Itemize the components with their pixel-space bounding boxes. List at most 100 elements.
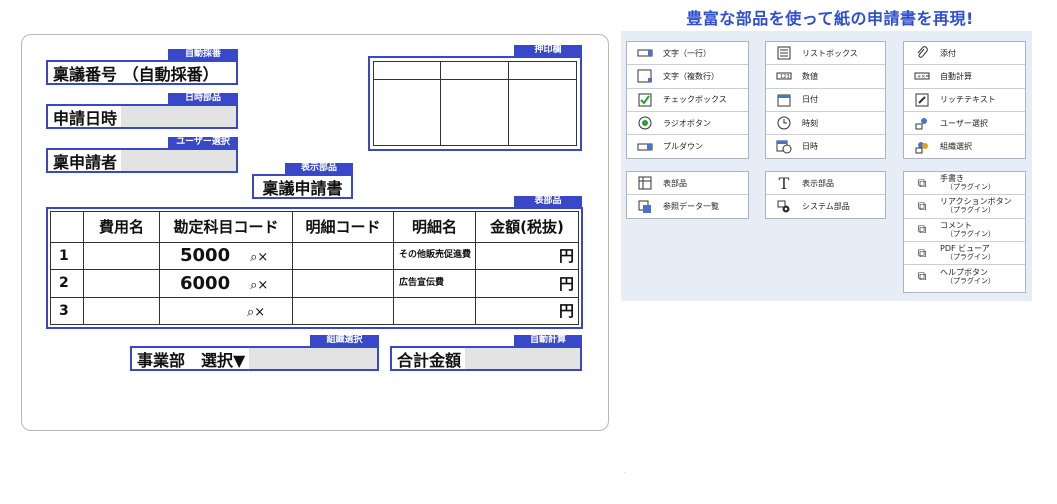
text-multiline-icon xyxy=(636,68,654,84)
part-label: プルダウン xyxy=(663,142,703,152)
form-title-text: 稟議申請書 xyxy=(262,178,343,198)
detail-name-cell xyxy=(393,296,476,326)
amount-cell[interactable]: 円 xyxy=(475,296,579,326)
part-display[interactable]: T 表示部品 xyxy=(766,172,885,196)
part-attachment[interactable]: 添付 xyxy=(904,42,1025,66)
detail-name-cell: その他販売促進費 xyxy=(393,241,476,271)
search-clear-icon[interactable]: ⌕× xyxy=(250,250,268,265)
part-checkbox[interactable]: チェックボックス xyxy=(627,89,748,112)
part-number[interactable]: 123 数値 xyxy=(766,65,885,89)
calendar-icon xyxy=(775,92,793,108)
date-field[interactable]: 申請日時 xyxy=(46,104,238,129)
part-label: 手書き xyxy=(940,174,964,184)
applicant-field[interactable]: 稟申請者 xyxy=(46,148,238,173)
part-date[interactable]: 日付 xyxy=(766,89,885,112)
stamp-cell[interactable] xyxy=(374,62,442,80)
amount-cell[interactable]: 円 xyxy=(475,241,579,271)
expense-name-cell[interactable] xyxy=(83,241,160,271)
part-table[interactable]: 表部品 xyxy=(627,172,748,196)
puzzle-icon: ⧉ xyxy=(917,269,927,284)
stamp-cell[interactable] xyxy=(374,80,442,145)
part-listbox[interactable]: リストボックス xyxy=(766,42,885,66)
paperclip-icon xyxy=(913,45,931,61)
data-list-icon xyxy=(636,199,654,215)
expense-name-cell[interactable] xyxy=(83,269,160,298)
search-clear-icon[interactable]: ⌕× xyxy=(250,278,268,293)
department-field[interactable]: 事業部 選択▼ xyxy=(130,346,379,371)
part-text-line[interactable]: 文字（一行） xyxy=(627,42,748,66)
parts-group-advanced: 添付 +×= 自動計算 リッチテキスト ユーザー選択 組織選択 xyxy=(903,41,1026,159)
number-field[interactable]: 稟議番号 （自動採番） xyxy=(46,60,238,85)
account-code-cell[interactable]: 6000 ⌕× xyxy=(159,269,293,298)
part-label: 自動計算 xyxy=(940,71,972,81)
part-sublabel: （プラグイン） xyxy=(946,229,995,238)
part-label: PDF ビューア xyxy=(940,244,990,254)
date-input[interactable] xyxy=(121,106,236,127)
part-plugin-handwriting[interactable]: ⧉ 手書き （プラグイン） xyxy=(904,172,1025,196)
part-label: 文字（複数行） xyxy=(663,71,719,81)
detail-code-cell[interactable] xyxy=(292,296,394,326)
stamp-cell[interactable] xyxy=(441,80,509,145)
part-org-select[interactable]: 組織選択 xyxy=(904,135,1025,158)
part-auto-calc[interactable]: +×= 自動計算 xyxy=(904,65,1025,89)
amount-cell[interactable]: 円 xyxy=(475,269,579,298)
dropdown-icon xyxy=(636,139,654,155)
search-clear-icon[interactable]: ⌕× xyxy=(247,305,265,320)
part-label: ヘルプボタン xyxy=(940,267,988,277)
part-plugin-comment[interactable]: ⧉ コメント （プラグイン） xyxy=(904,219,1025,242)
stamp-cell[interactable] xyxy=(509,80,576,145)
part-label: チェックボックス xyxy=(663,95,727,105)
department-input[interactable] xyxy=(249,348,377,369)
part-sublabel: （プラグイン） xyxy=(946,206,995,215)
expense-table-wrap: 費用名 勘定科目コード 明細コード 明細名 金額(税抜) 1 5000 ⌕× その… xyxy=(46,207,583,329)
tag-display: 表示部品 xyxy=(285,163,353,174)
tag-auto-calc: 自動計算 xyxy=(514,335,582,346)
part-plugin-help[interactable]: ⧉ ヘルプボタン （プラグイン） xyxy=(904,265,1025,288)
svg-text:123: 123 xyxy=(780,74,790,80)
date-label: 申請日時 xyxy=(53,108,118,128)
account-code-cell[interactable]: ⌕× xyxy=(159,296,293,326)
part-sublabel: （プラグイン） xyxy=(946,253,995,262)
richtext-icon xyxy=(913,92,931,108)
part-label: ラジオボタン xyxy=(663,118,711,128)
parts-group-values: リストボックス 123 数値 日付 時刻 日時 xyxy=(765,41,886,159)
part-label: 日時 xyxy=(802,142,818,152)
part-datetime[interactable]: 日時 xyxy=(766,135,885,158)
account-code-cell[interactable]: 5000 ⌕× xyxy=(159,241,293,271)
applicant-input[interactable] xyxy=(121,150,236,171)
part-label: リストボックス xyxy=(802,48,858,58)
part-label: 日付 xyxy=(802,95,818,105)
parts-group-plugins: ⧉ 手書き （プラグイン） ⧉ リアクションボタン （プラグイン） ⧉ コメント （プラグイ… xyxy=(903,171,1026,293)
part-system[interactable]: システム部品 xyxy=(766,195,885,218)
stamp-area xyxy=(368,56,582,151)
part-time[interactable]: 時刻 xyxy=(766,112,885,136)
row-number: 2 xyxy=(50,269,84,298)
form-title: 稟議申請書 xyxy=(252,174,353,199)
part-plugin-pdf[interactable]: ⧉ PDF ビューア （プラグイン） xyxy=(904,242,1025,266)
part-label: コメント xyxy=(940,220,972,230)
part-label: 数値 xyxy=(802,71,818,81)
part-label: ユーザー選択 xyxy=(940,118,988,128)
detail-code-cell[interactable] xyxy=(292,241,394,271)
col-header: 明細コード xyxy=(292,211,394,243)
part-plugin-reaction[interactable]: ⧉ リアクションボタン （プラグイン） xyxy=(904,195,1025,219)
expense-name-cell[interactable] xyxy=(83,296,160,326)
part-dropdown[interactable]: プルダウン xyxy=(627,135,748,158)
stamp-cell[interactable] xyxy=(508,62,576,80)
part-user-select[interactable]: ユーザー選択 xyxy=(904,112,1025,136)
department-select[interactable]: 事業部 選択▼ xyxy=(132,347,245,371)
stamp-grid xyxy=(373,61,577,146)
part-text-multi[interactable]: 文字（複数行） xyxy=(627,65,748,89)
datetime-icon xyxy=(775,139,793,155)
part-sublabel: （プラグイン） xyxy=(946,276,995,285)
col-header: 明細名 xyxy=(393,211,476,243)
col-header: 金額(税抜) xyxy=(475,211,579,243)
part-data-list[interactable]: 参照データ一覧 xyxy=(627,195,748,218)
detail-code-cell[interactable] xyxy=(292,269,394,298)
part-richtext[interactable]: リッチテキスト xyxy=(904,89,1025,112)
part-radio[interactable]: ラジオボタン xyxy=(627,112,748,136)
stamp-cell[interactable] xyxy=(441,62,509,80)
footnote-dot: · xyxy=(624,470,626,477)
table-icon xyxy=(636,175,654,191)
table-header-row: 費用名 勘定科目コード 明細コード 明細名 金額(税抜) xyxy=(50,211,579,243)
